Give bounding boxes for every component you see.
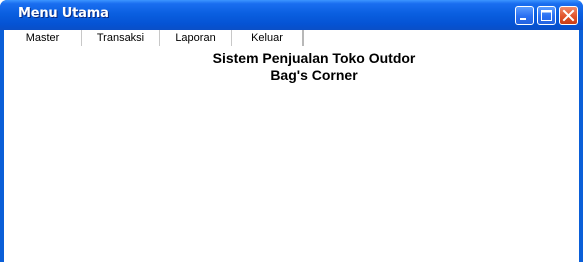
menu-bar-divider	[302, 30, 304, 46]
maximize-button[interactable]	[537, 6, 556, 25]
page-title: Sistem Penjualan Toko Outdor	[212, 50, 416, 66]
menu-item-transaksi[interactable]: Transaksi	[82, 30, 160, 46]
menu-item-master[interactable]: Master	[4, 30, 82, 46]
window-title: Menu Utama	[18, 6, 109, 21]
close-icon	[562, 9, 575, 22]
menu-item-keluar[interactable]: Keluar	[232, 30, 302, 46]
maximize-icon	[541, 10, 552, 21]
menu-item-laporan[interactable]: Laporan	[160, 30, 232, 46]
minimize-button[interactable]	[515, 6, 534, 25]
menu-bar: Master Transaksi Laporan Keluar	[4, 30, 579, 46]
app-window: Menu Utama Master Transaksi Laporan Kelu…	[0, 0, 583, 262]
client-area: Master Transaksi Laporan Keluar Sistem P…	[4, 30, 579, 262]
close-button[interactable]	[559, 6, 578, 25]
minimize-icon	[520, 18, 526, 20]
page-subtitle: Bag's Corner	[270, 67, 358, 83]
title-bar[interactable]: Menu Utama	[0, 0, 583, 30]
